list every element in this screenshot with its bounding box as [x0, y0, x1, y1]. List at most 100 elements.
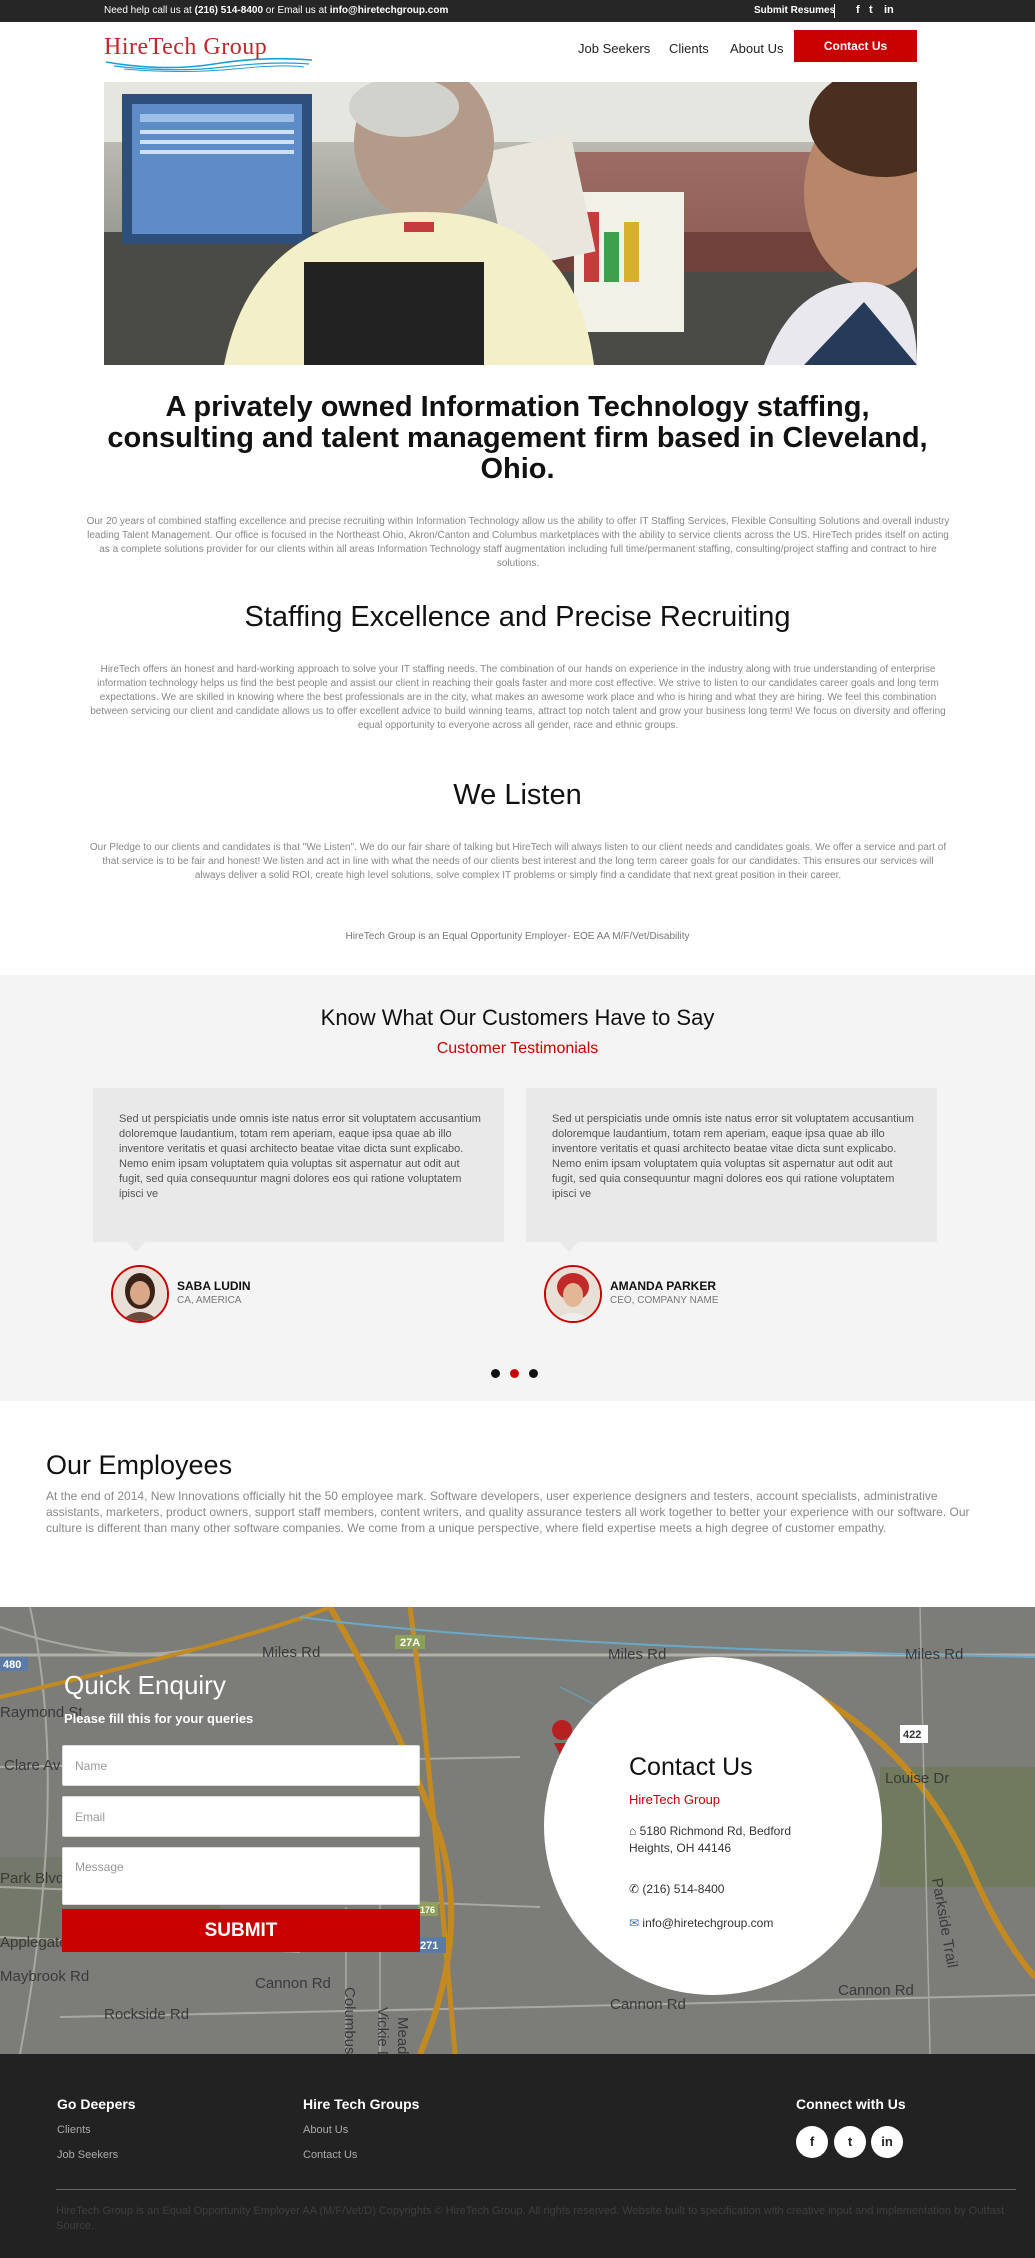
- linkedin-icon[interactable]: in: [884, 4, 894, 16]
- map-road-label: Columbus Rd: [341, 1987, 358, 2054]
- author-role: CEO, COMPANY NAME: [610, 1295, 719, 1306]
- footer-copyright: HireTech Group is an Equal Opportunity E…: [56, 2205, 1005, 2232]
- email-field[interactable]: [62, 1796, 420, 1837]
- testimonial-card: Sed ut perspiciatis unde omnis iste natu…: [526, 1088, 937, 1252]
- email-text: info@hiretechgroup.com: [642, 1916, 774, 1930]
- testimonial-quote: Sed ut perspiciatis unde omnis iste natu…: [119, 1113, 481, 1200]
- phone-text: (216) 514-8400: [642, 1882, 725, 1896]
- card-pointer: [127, 1242, 145, 1252]
- message-field[interactable]: [62, 1847, 420, 1905]
- enquiry-subtitle: Please fill this for your queries: [64, 1711, 254, 1726]
- avatar-photo: [113, 1267, 167, 1321]
- help-mid: or Email us at: [263, 5, 330, 16]
- route-shield-label: 271: [420, 1940, 438, 1952]
- carousel-dot[interactable]: [491, 1369, 500, 1378]
- envelope-icon: ✉: [629, 1916, 640, 1930]
- author-name: SABA LUDIN: [177, 1279, 251, 1293]
- footer-col2-title: Hire Tech Groups: [303, 2096, 420, 2112]
- map-road-label: Miles Rd: [262, 1644, 320, 1661]
- card-pointer: [560, 1242, 578, 1252]
- author-role: CA, AMERICA: [177, 1295, 242, 1306]
- avatar-photo: [546, 1267, 600, 1321]
- logo[interactable]: HireTech Group: [104, 32, 314, 74]
- route-shield-label: 176: [420, 1905, 435, 1915]
- logo-swoosh-icon: [105, 57, 313, 72]
- avatar: [111, 1265, 169, 1323]
- submit-button[interactable]: SUBMIT: [62, 1909, 420, 1952]
- map-road-label: Louise Dr: [885, 1770, 949, 1787]
- contact-title: Contact Us: [629, 1753, 753, 1781]
- route-shield-label: 480: [3, 1659, 21, 1671]
- facebook-icon[interactable]: f: [796, 2126, 828, 2158]
- topbar-divider: [834, 4, 835, 18]
- map-road-label: Rockside Rd: [104, 2006, 189, 2023]
- hero-photo: [104, 82, 917, 365]
- map-road-label: Meadow Dr: [394, 2017, 411, 2054]
- intro-paragraph: Our 20 years of combined staffing excell…: [86, 516, 950, 569]
- contact-phone[interactable]: ✆ (216) 514-8400: [629, 1881, 724, 1898]
- staffing-heading: Staffing Excellence and Precise Recruiti…: [244, 601, 791, 633]
- help-phone[interactable]: (216) 514-8400: [195, 5, 263, 16]
- testimonials-title: Know What Our Customers Have to Say: [320, 1005, 715, 1030]
- carousel-dot[interactable]: [529, 1369, 538, 1378]
- contact-email[interactable]: ✉ info@hiretechgroup.com: [629, 1915, 773, 1932]
- footer-link-job-seekers[interactable]: Job Seekers: [57, 2149, 118, 2161]
- twitter-icon[interactable]: t: [869, 4, 873, 16]
- testimonials-section: Know What Our Customers Have to Say Cust…: [0, 975, 1035, 1401]
- phone-icon: ✆: [629, 1882, 640, 1896]
- carousel-dot-active[interactable]: [510, 1369, 519, 1378]
- address-text: 5180 Richmond Rd, Bedford Heights, OH 44…: [629, 1824, 792, 1855]
- map-road-label: Park Blvd: [0, 1870, 64, 1887]
- listen-paragraph: Our Pledge to our clients and candidates…: [89, 842, 947, 881]
- map-road-label: Cannon Rd: [610, 1996, 686, 2013]
- contact-card: Contact Us HireTech Group ⌂ 5180 Richmon…: [544, 1657, 882, 1995]
- map-road-label: Cannon Rd: [255, 1975, 331, 1992]
- route-shield-label: 27A: [400, 1637, 420, 1649]
- testimonial-quote: Sed ut perspiciatis unde omnis iste natu…: [552, 1113, 914, 1200]
- map-road-label: Cannon Rd: [838, 1982, 914, 1999]
- eoe-statement: HireTech Group is an Equal Opportunity E…: [345, 931, 690, 942]
- contact-us-button[interactable]: Contact Us: [794, 30, 917, 62]
- map-road-label: Clare Av: [4, 1757, 61, 1774]
- site-footer: Go Deepers Clients Job Seekers Hire Tech…: [0, 2054, 1035, 2258]
- footer-divider: [56, 2189, 1016, 2190]
- footer-col1-title: Go Deepers: [57, 2096, 136, 2112]
- hero-image: [104, 82, 917, 365]
- testimonial-card: Sed ut perspiciatis unde omnis iste natu…: [93, 1088, 504, 1252]
- intro-heading: A privately owned Information Technology…: [107, 391, 928, 485]
- contact-address: ⌂ 5180 Richmond Rd, Bedford Heights, OH …: [629, 1823, 829, 1857]
- staffing-paragraph: HireTech offers an honest and hard-worki…: [90, 664, 946, 731]
- submit-resumes-link[interactable]: Submit Resumes: [754, 5, 835, 16]
- employees-title: Our Employees: [46, 1450, 233, 1480]
- nav-job-seekers[interactable]: Job Seekers: [578, 41, 650, 56]
- map-road-label: Miles Rd: [608, 1646, 666, 1663]
- footer-link-contact-us[interactable]: Contact Us: [303, 2149, 357, 2161]
- home-icon: ⌂: [629, 1824, 637, 1838]
- map-road-label: Miles Rd: [905, 1646, 963, 1663]
- footer-link-about-us[interactable]: About Us: [303, 2124, 348, 2136]
- linkedin-icon[interactable]: in: [871, 2126, 903, 2158]
- map-road-label: Vickie Dr: [374, 2007, 391, 2054]
- map-road-label: Maybrook Rd: [0, 1968, 89, 1985]
- top-bar: Need help call us at (216) 514-8400 or E…: [0, 0, 1035, 22]
- map-section: Miles Rd Miles Rd Miles Rd Clare Av Raym…: [0, 1607, 1035, 2054]
- enquiry-title: Quick Enquiry: [64, 1670, 226, 1700]
- site-header: HireTech Group Job Seekers Clients About…: [0, 22, 1035, 80]
- nav-about-us[interactable]: About Us: [730, 41, 783, 56]
- help-prefix: Need help call us at: [104, 5, 195, 16]
- name-field[interactable]: [62, 1745, 420, 1786]
- twitter-icon[interactable]: t: [834, 2126, 866, 2158]
- help-text: Need help call us at (216) 514-8400 or E…: [104, 5, 448, 16]
- contact-firm: HireTech Group: [629, 1792, 721, 1807]
- avatar: [544, 1265, 602, 1323]
- listen-heading: We Listen: [453, 779, 582, 811]
- route-shield-label: 422: [903, 1729, 921, 1741]
- help-email[interactable]: info@hiretechgroup.com: [330, 5, 449, 16]
- facebook-icon[interactable]: f: [856, 4, 860, 16]
- footer-col3-title: Connect with Us: [796, 2096, 906, 2112]
- testimonials-subtitle: Customer Testimonials: [436, 1040, 599, 1057]
- employees-text: At the end of 2014, New Innovations offi…: [46, 1489, 970, 1535]
- nav-clients[interactable]: Clients: [669, 41, 709, 56]
- footer-link-clients[interactable]: Clients: [57, 2124, 91, 2136]
- author-name: AMANDA PARKER: [610, 1279, 716, 1293]
